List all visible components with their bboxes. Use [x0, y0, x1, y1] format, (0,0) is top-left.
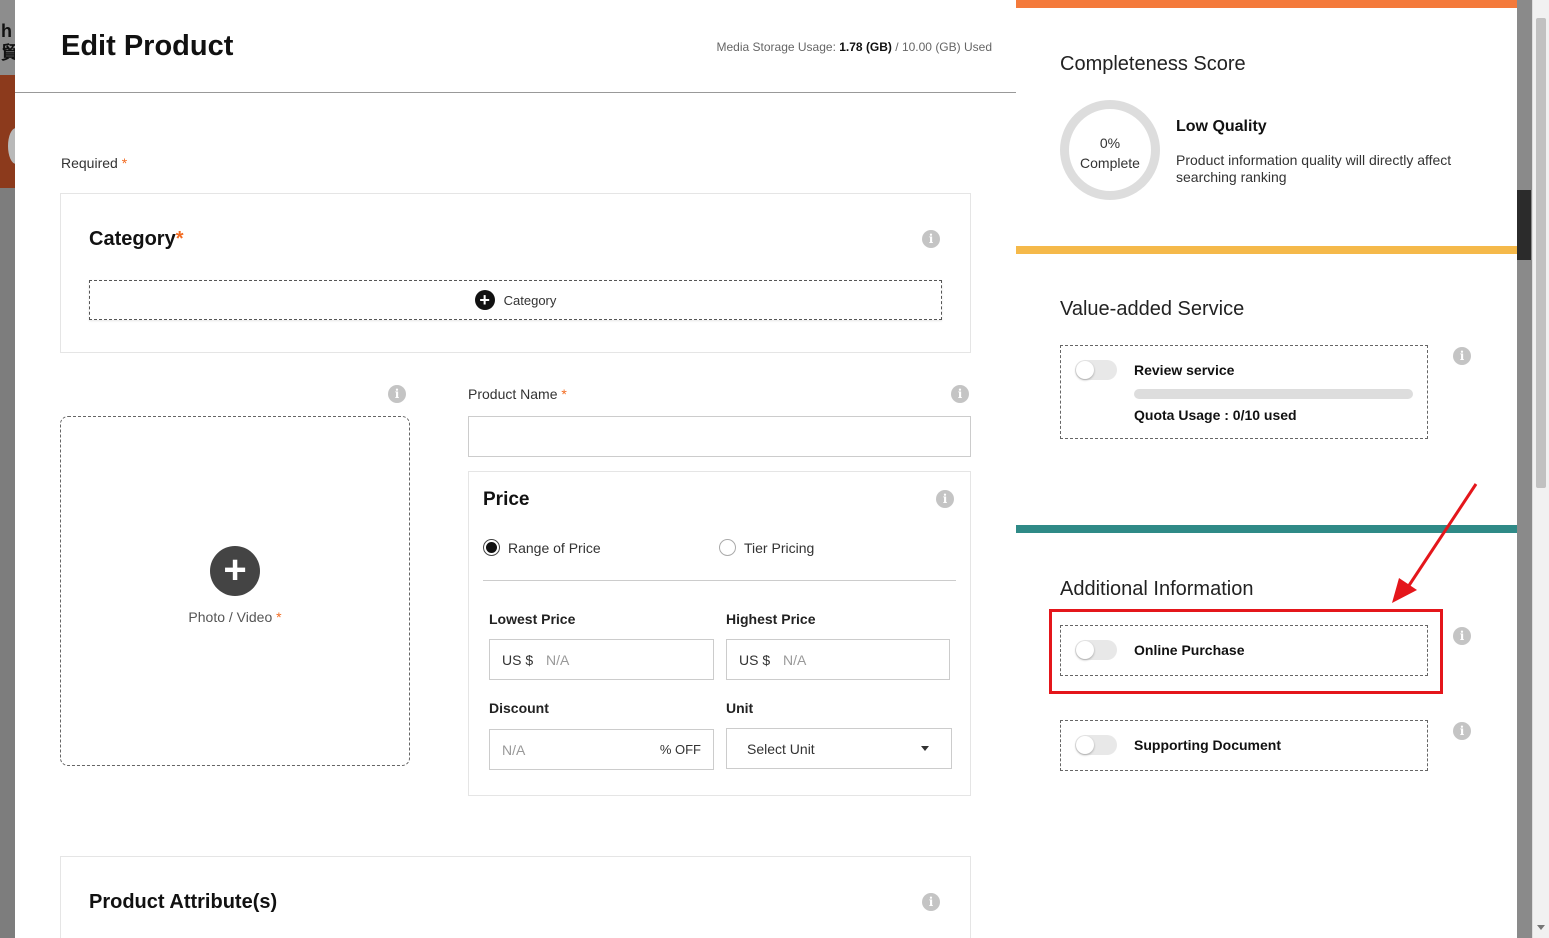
- storage-label: Media Storage Usage:: [716, 40, 836, 54]
- completeness-percent: 0%: [1099, 135, 1121, 151]
- edit-product-panel: Edit Product Media Storage Usage: 1.78 (…: [15, 0, 1016, 938]
- product-name-text: Product Name: [468, 386, 558, 402]
- completeness-ring: 0% Complete: [1060, 100, 1160, 200]
- quota-usage-text: Quota Usage : 0/10 used: [1134, 407, 1297, 423]
- discount-suffix: % OFF: [659, 742, 701, 757]
- value-added-title: Value-added Service: [1060, 298, 1245, 320]
- supporting-document-toggle[interactable]: [1075, 735, 1117, 755]
- background-page-left: h 貿: [0, 0, 24, 938]
- photo-video-label: Photo / Video *: [61, 609, 409, 625]
- completeness-color-bar: [1016, 0, 1517, 8]
- highest-price-prefix: US $: [739, 651, 771, 668]
- discount-label: Discount: [489, 700, 549, 716]
- product-attributes-card: Product Attribute(s) i: [60, 856, 971, 938]
- storage-usage: Media Storage Usage: 1.78 (GB) / 10.00 (…: [717, 40, 993, 54]
- additional-info-title: Additional Information: [1060, 578, 1254, 600]
- category-title-text: Category: [89, 228, 176, 250]
- additional-color-bar: [1016, 525, 1517, 533]
- value-added-color-bar: [1016, 246, 1517, 254]
- highest-price-placeholder: N/A: [783, 651, 807, 668]
- review-service-toggle[interactable]: [1075, 360, 1117, 380]
- side-panel: Completeness Score 0% Complete Low Quali…: [1016, 0, 1517, 938]
- radio-selected-icon: [483, 539, 500, 556]
- required-label: Required: [61, 155, 118, 171]
- unit-label: Unit: [726, 700, 754, 716]
- scrollbar-down-arrow-icon[interactable]: [1537, 925, 1545, 930]
- completeness-complete-label: Complete: [1080, 155, 1140, 171]
- product-name-input[interactable]: [468, 416, 971, 457]
- completeness-title: Completeness Score: [1060, 53, 1246, 75]
- value-added-info-icon[interactable]: i: [1453, 347, 1471, 365]
- tier-pricing-radio[interactable]: Tier Pricing: [719, 539, 814, 556]
- photo-video-star: *: [276, 609, 282, 625]
- price-info-icon[interactable]: i: [936, 490, 954, 508]
- review-service-box: Review service Quota Usage : 0/10 used: [1060, 345, 1428, 439]
- tier-pricing-label: Tier Pricing: [744, 539, 815, 556]
- photo-video-text: Photo / Video: [188, 609, 273, 625]
- online-purchase-info-icon[interactable]: i: [1453, 627, 1471, 645]
- add-media-plus-icon: +: [210, 546, 260, 596]
- product-name-info-icon[interactable]: i: [951, 385, 969, 403]
- unit-select-value: Select Unit: [747, 740, 815, 757]
- price-title: Price: [483, 489, 530, 510]
- quota-progress-bar: [1134, 389, 1413, 399]
- plus-icon: +: [474, 290, 495, 310]
- storage-total: / 10.00 (GB) Used: [895, 40, 992, 54]
- quality-description: Product information quality will directl…: [1176, 152, 1452, 185]
- product-name-label: Product Name *: [468, 386, 567, 402]
- product-attributes-title: Product Attribute(s): [89, 891, 278, 913]
- add-category-label: Category: [503, 292, 557, 308]
- page-scrollbar[interactable]: [1532, 0, 1549, 938]
- category-title: Category*: [89, 228, 184, 251]
- highest-price-label: Highest Price: [726, 611, 816, 627]
- quality-title: Low Quality: [1176, 118, 1267, 135]
- range-of-price-label: Range of Price: [508, 539, 601, 556]
- category-star: *: [175, 228, 184, 250]
- highlight-box: [1049, 609, 1443, 694]
- lowest-price-prefix: US $: [502, 651, 534, 668]
- add-category-button[interactable]: + Category: [89, 280, 942, 320]
- supporting-document-box: Supporting Document: [1060, 720, 1428, 771]
- category-card: Category* i + Category: [60, 193, 971, 353]
- background-logo: h 貿: [0, 0, 19, 75]
- header: Edit Product Media Storage Usage: 1.78 (…: [15, 0, 1016, 93]
- scrollbar-thumb[interactable]: [1536, 18, 1546, 488]
- page-title: Edit Product: [61, 30, 234, 62]
- price-card: Price i Range of Price Tier Pricing Lowe…: [468, 471, 971, 796]
- supporting-document-label: Supporting Document: [1134, 737, 1281, 753]
- required-note: Required *: [61, 155, 127, 171]
- radio-unselected-icon: [719, 539, 736, 556]
- supporting-document-info-icon[interactable]: i: [1453, 722, 1471, 740]
- photo-info-icon[interactable]: i: [388, 385, 406, 403]
- discount-placeholder: N/A: [502, 741, 526, 758]
- discount-input[interactable]: N/A % OFF: [489, 729, 714, 770]
- photo-video-upload[interactable]: + Photo / Video *: [60, 416, 410, 766]
- lowest-price-label: Lowest Price: [489, 611, 576, 627]
- range-of-price-radio[interactable]: Range of Price: [483, 539, 601, 556]
- required-star: *: [121, 155, 128, 171]
- review-service-label: Review service: [1134, 362, 1235, 378]
- category-info-icon[interactable]: i: [922, 230, 940, 248]
- product-name-star: *: [561, 386, 567, 402]
- unit-select[interactable]: Select Unit: [726, 728, 952, 769]
- chevron-down-icon: [921, 746, 929, 751]
- attributes-info-icon[interactable]: i: [922, 893, 940, 911]
- lowest-price-input[interactable]: US $ N/A: [489, 639, 714, 680]
- storage-used: 1.78 (GB): [839, 40, 892, 54]
- lowest-price-placeholder: N/A: [546, 651, 570, 668]
- highest-price-input[interactable]: US $ N/A: [726, 639, 950, 680]
- background-side-tab: [1517, 190, 1531, 260]
- price-divider: [483, 580, 956, 581]
